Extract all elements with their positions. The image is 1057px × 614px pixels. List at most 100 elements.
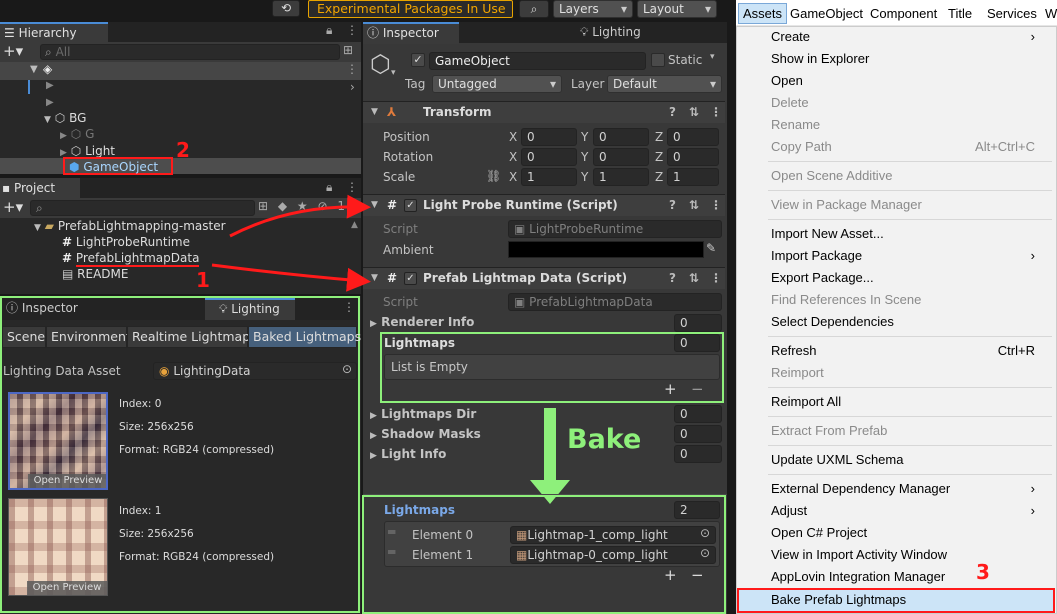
kebab-menu-icon[interactable]: ⋮ bbox=[346, 23, 358, 37]
subtab-realtime-lightmaps[interactable]: Realtime Lightmaps bbox=[127, 326, 257, 348]
open-preview-button[interactable]: Open Preview bbox=[28, 474, 106, 488]
icon-dropdown-arrow[interactable]: ▾ bbox=[391, 68, 396, 78]
kebab-menu-icon[interactable]: ⋮ bbox=[710, 102, 722, 123]
transform-x-field[interactable]: 0 bbox=[521, 128, 577, 146]
transform-header[interactable]: ▼ ⅄ Transform ? ⇅ ⋮ bbox=[363, 101, 725, 123]
lightmaps-foldout[interactable]: Lightmaps bbox=[384, 333, 455, 353]
tag-dropdown[interactable]: Untagged bbox=[432, 75, 562, 93]
after-lightmaps-foldout[interactable]: Lightmaps bbox=[384, 500, 455, 520]
lw-lighting-tab[interactable]: 💡︎ Lighting bbox=[205, 298, 295, 320]
lightprobe-header[interactable]: ▼ # ✓ Light Probe Runtime (Script) ? ⇅ ⋮ bbox=[363, 194, 725, 216]
preset-icon[interactable]: ⇅ bbox=[689, 268, 699, 289]
object-picker-icon[interactable]: ⊙ bbox=[700, 526, 710, 540]
menu-copy-path[interactable]: Copy Path bbox=[771, 136, 832, 158]
element-texture-field[interactable]: ▦Lightmap-0_comp_light bbox=[510, 546, 716, 564]
ambient-color-field[interactable] bbox=[508, 241, 704, 258]
menubar-services[interactable]: Services bbox=[987, 4, 1037, 24]
menu-open[interactable]: Open bbox=[771, 70, 803, 92]
enabled-checkbox[interactable]: ✓ bbox=[404, 199, 417, 212]
menu-find-references[interactable]: Find References In Scene bbox=[771, 289, 921, 311]
menu-applovin[interactable]: AppLovin Integration Manager bbox=[771, 566, 945, 588]
menu-update-uxml[interactable]: Update UXML Schema bbox=[771, 449, 903, 471]
renderer-info-count[interactable]: 0 bbox=[674, 314, 722, 332]
kebab-menu-icon[interactable]: ⋮ bbox=[343, 300, 355, 314]
transform-z-field[interactable]: 0 bbox=[667, 148, 719, 166]
transform-x-field[interactable]: 0 bbox=[521, 148, 577, 166]
menu-open-csharp-project[interactable]: Open C# Project bbox=[771, 522, 867, 544]
search-button[interactable]: ⌕ bbox=[519, 0, 549, 18]
hierarchy-tab[interactable]: ☰ Hierarchy bbox=[0, 22, 108, 43]
collapsed-arrow-icon[interactable]: ▶ bbox=[46, 97, 54, 108]
lightmaps-count[interactable]: 0 bbox=[674, 334, 720, 352]
shadow-masks-foldout[interactable]: ▶ Shadow Masks bbox=[370, 424, 481, 444]
gameobject-name-field[interactable]: GameObject bbox=[429, 52, 646, 70]
hierarchy-search-input[interactable]: ⌕ All bbox=[40, 44, 340, 60]
menu-reimport[interactable]: Reimport bbox=[771, 362, 824, 384]
add-button[interactable]: +▾ bbox=[3, 42, 23, 60]
lightmap-preview-1[interactable]: Open Preview bbox=[8, 498, 108, 596]
static-checkbox[interactable] bbox=[651, 53, 665, 67]
menu-bake-prefab-lightmaps[interactable]: Bake Prefab Lightmaps bbox=[771, 589, 906, 611]
drag-handle-icon[interactable]: ═ bbox=[388, 545, 395, 559]
scrollbar-up-icon[interactable]: ▲ bbox=[351, 220, 358, 230]
scroll-right-icon[interactable]: › bbox=[350, 80, 355, 94]
kebab-menu-icon[interactable]: ⋮ bbox=[346, 180, 358, 194]
element-texture-field[interactable]: ▦Lightmap-1_comp_light bbox=[510, 526, 716, 544]
menu-view-import-activity[interactable]: View in Import Activity Window bbox=[771, 544, 947, 566]
help-icon[interactable]: ? bbox=[669, 268, 676, 289]
layers-dropdown[interactable]: Layers bbox=[553, 0, 633, 18]
menu-extract-from-prefab[interactable]: Extract From Prefab bbox=[771, 420, 887, 442]
scene-row[interactable] bbox=[0, 62, 361, 80]
menu-reimport-all[interactable]: Reimport All bbox=[771, 391, 841, 413]
transform-z-field[interactable]: 0 bbox=[667, 128, 719, 146]
drag-handle-icon[interactable]: ═ bbox=[388, 525, 395, 539]
lightmaps-dir-foldout[interactable]: ▶ Lightmaps Dir bbox=[370, 404, 476, 424]
menubar-assets[interactable]: Assets bbox=[738, 3, 788, 24]
add-button[interactable]: +▾ bbox=[3, 198, 23, 216]
object-picker-icon[interactable]: ⊙ bbox=[342, 362, 352, 376]
kebab-menu-icon[interactable]: ⋮ bbox=[710, 268, 722, 289]
open-preview-button[interactable]: Open Preview bbox=[27, 581, 107, 595]
layer-dropdown[interactable]: Default bbox=[607, 75, 722, 93]
menu-refresh[interactable]: Refresh bbox=[771, 340, 817, 362]
menu-open-scene-additive[interactable]: Open Scene Additive bbox=[771, 165, 892, 187]
renderer-info-foldout[interactable]: ▶ Renderer Info bbox=[370, 312, 474, 332]
subtab-scene[interactable]: Scene bbox=[2, 326, 46, 348]
transform-y-field[interactable]: 0 bbox=[593, 128, 649, 146]
eyedropper-icon[interactable]: ✎ bbox=[706, 241, 716, 255]
preset-icon[interactable]: ⇅ bbox=[689, 102, 699, 123]
scene-kebab-icon[interactable]: ⋮ bbox=[346, 62, 358, 76]
active-checkbox[interactable]: ✓ bbox=[411, 53, 425, 67]
list-add-button[interactable]: + bbox=[664, 380, 677, 398]
lock-icon[interactable]: 🔒︎ bbox=[326, 180, 332, 195]
experimental-packages-dropdown[interactable]: Experimental Packages In Use ▾ bbox=[308, 0, 513, 32]
menu-import-new-asset[interactable]: Import New Asset... bbox=[771, 223, 884, 245]
constrain-proportions-icon[interactable]: ⛓ bbox=[486, 169, 501, 183]
menu-view-package-manager[interactable]: View in Package Manager bbox=[771, 194, 922, 216]
menubar-window[interactable]: Wi bbox=[1045, 4, 1057, 24]
menubar-gameobject[interactable]: GameObject bbox=[790, 4, 863, 24]
menu-show-in-explorer[interactable]: Show in Explorer bbox=[771, 48, 869, 70]
list-remove-button[interactable]: − bbox=[691, 380, 704, 398]
enabled-checkbox[interactable]: ✓ bbox=[404, 272, 417, 285]
list-add-button[interactable]: + bbox=[664, 566, 677, 584]
menu-adjust[interactable]: Adjust bbox=[771, 500, 807, 522]
menu-export-package[interactable]: Export Package... bbox=[771, 267, 874, 289]
menubar-title[interactable]: Title bbox=[948, 4, 972, 24]
transform-x-field[interactable]: 1 bbox=[521, 168, 577, 186]
light-info-foldout[interactable]: ▶ Light Info bbox=[370, 444, 446, 464]
lightmap-preview-0[interactable]: Open Preview bbox=[8, 392, 108, 490]
kebab-menu-icon[interactable]: ⋮ bbox=[710, 195, 722, 216]
subtab-baked-lightmaps[interactable]: Baked Lightmaps bbox=[248, 326, 361, 348]
menu-create[interactable]: Create bbox=[771, 26, 810, 48]
history-button[interactable]: ⟲ bbox=[272, 0, 300, 17]
lightmaps-dir-count[interactable]: 0 bbox=[674, 405, 722, 423]
scene-expand-icon[interactable]: ▼ bbox=[30, 64, 38, 75]
after-lightmaps-count[interactable]: 2 bbox=[674, 501, 720, 519]
filter-icons[interactable]: ⊞ ◆ ★ ⊘ 12 bbox=[258, 199, 359, 213]
hierarchy-item-gameobject[interactable]: ⬢ GameObject bbox=[63, 157, 173, 175]
menu-delete[interactable]: Delete bbox=[771, 92, 809, 114]
static-dropdown-arrow[interactable]: ▾ bbox=[710, 52, 715, 62]
menu-select-dependencies[interactable]: Select Dependencies bbox=[771, 311, 894, 333]
object-picker-icon[interactable]: ⊙ bbox=[700, 546, 710, 560]
